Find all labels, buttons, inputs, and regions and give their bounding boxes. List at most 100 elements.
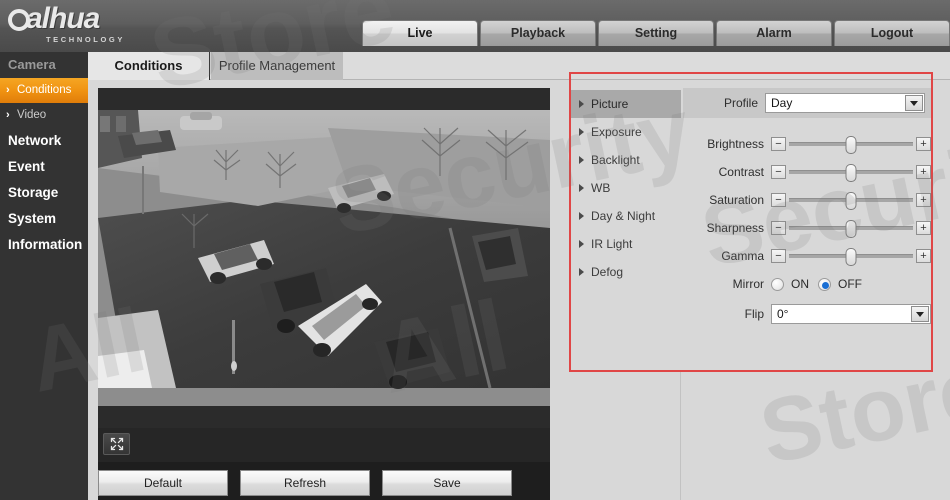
saturation-increase-button[interactable]: +: [916, 193, 931, 207]
submenu-item-backlight[interactable]: Backlight: [571, 146, 681, 174]
video-toolbar: [98, 428, 550, 462]
profile-select[interactable]: Day: [765, 93, 925, 113]
gamma-knob[interactable]: [845, 248, 857, 266]
video-stream[interactable]: [98, 88, 550, 428]
contrast-knob[interactable]: [845, 164, 857, 182]
brightness-knob[interactable]: [845, 136, 857, 154]
submenu-item-defog[interactable]: Defog: [571, 258, 681, 286]
submenu-item-label: Defog: [591, 265, 624, 279]
app-header: alhua TECHNOLOGY Live Playback Setting A…: [0, 0, 950, 52]
sidebar-item-video[interactable]: › Video: [0, 103, 88, 128]
submenu-item-label: Day & Night: [591, 209, 656, 223]
submenu-item-label: Exposure: [591, 125, 642, 139]
chevron-down-icon[interactable]: [905, 95, 923, 111]
main-nav: Live Playback Setting Alarm Logout: [362, 20, 950, 46]
mirror-off-radio[interactable]: [818, 277, 831, 291]
triangle-right-icon: [579, 268, 584, 276]
logo-text: alhua: [26, 2, 100, 35]
sidebar-item-conditions[interactable]: › Conditions: [0, 78, 88, 103]
gamma-decrease-button[interactable]: −: [771, 249, 786, 263]
saturation-track[interactable]: [789, 192, 913, 210]
brightness-track[interactable]: [789, 136, 913, 154]
sharpness-label: Sharpness: [706, 221, 764, 235]
submenu-item-label: WB: [591, 181, 611, 195]
chevron-right-icon: ›: [6, 109, 10, 121]
sharpness-increase-button[interactable]: +: [916, 221, 931, 235]
submenu-item-day-night[interactable]: Day & Night: [571, 202, 681, 230]
sidebar-item-information[interactable]: Information: [0, 232, 88, 258]
conditions-submenu: Picture Exposure Backlight WB Day & Nigh…: [571, 90, 681, 370]
brightness-slider[interactable]: − +: [771, 135, 931, 154]
contrast-decrease-button[interactable]: −: [771, 165, 786, 179]
saturation-row: Saturation − +: [683, 188, 931, 212]
sidebar-item-storage[interactable]: Storage: [0, 180, 88, 206]
sharpness-knob[interactable]: [845, 220, 857, 238]
save-button[interactable]: Save: [382, 470, 512, 496]
mirror-row: Mirror ON OFF: [683, 272, 931, 296]
triangle-right-icon: [579, 128, 584, 136]
submenu-item-wb[interactable]: WB: [571, 174, 681, 202]
logo-circle-icon: [8, 9, 30, 31]
triangle-right-icon: [579, 240, 584, 248]
mirror-on-radio[interactable]: [771, 277, 784, 291]
sidebar-item-event[interactable]: Event: [0, 154, 88, 180]
profile-value: Day: [771, 96, 793, 110]
sharpness-decrease-button[interactable]: −: [771, 221, 786, 235]
submenu-item-ir-light[interactable]: IR Light: [571, 230, 681, 258]
nav-tab-live[interactable]: Live: [362, 20, 478, 46]
sidebar-item-system[interactable]: System: [0, 206, 88, 232]
submenu-item-label: IR Light: [591, 237, 633, 251]
contrast-label: Contrast: [718, 165, 764, 179]
gamma-slider[interactable]: − +: [771, 247, 931, 266]
contrast-slider[interactable]: − +: [771, 163, 931, 182]
triangle-right-icon: [579, 212, 584, 220]
refresh-button[interactable]: Refresh: [240, 470, 370, 496]
profile-row: Profile Day: [683, 88, 931, 118]
sharpness-slider[interactable]: − +: [771, 219, 931, 238]
saturation-knob[interactable]: [845, 192, 857, 210]
submenu-item-picture[interactable]: Picture: [571, 90, 681, 118]
submenu-item-exposure[interactable]: Exposure: [571, 118, 681, 146]
flip-value: 0°: [777, 307, 789, 321]
submenu-item-label: Picture: [591, 97, 629, 111]
sidebar-item-label: Video: [17, 109, 47, 121]
sharpness-row: Sharpness − +: [683, 216, 931, 240]
saturation-label: Saturation: [709, 193, 764, 207]
nav-tab-setting[interactable]: Setting: [598, 20, 714, 46]
contrast-track[interactable]: [789, 164, 913, 182]
contrast-increase-button[interactable]: +: [916, 165, 931, 179]
brightness-label: Brightness: [707, 137, 764, 151]
tab-conditions[interactable]: Conditions: [88, 52, 210, 80]
dahua-logo: alhua TECHNOLOGY: [8, 4, 125, 46]
logo-subtext: TECHNOLOGY: [46, 35, 125, 44]
gamma-increase-button[interactable]: +: [916, 249, 931, 263]
video-preview-panel: Default Refresh Save: [98, 88, 550, 500]
contrast-row: Contrast − +: [683, 160, 931, 184]
gamma-track[interactable]: [789, 248, 913, 266]
triangle-right-icon: [579, 100, 584, 108]
sidebar-item-network[interactable]: Network: [0, 128, 88, 154]
triangle-right-icon: [579, 156, 584, 164]
tab-profile-management[interactable]: Profile Management: [211, 52, 343, 80]
content-area: Conditions Profile Management Default Re…: [88, 52, 950, 500]
expand-arrows-icon[interactable]: [103, 433, 130, 455]
nav-tab-playback[interactable]: Playback: [480, 20, 596, 46]
saturation-slider[interactable]: − +: [771, 191, 931, 210]
sidebar-group-camera[interactable]: Camera: [0, 52, 88, 78]
chevron-down-icon[interactable]: [911, 306, 929, 322]
brightness-decrease-button[interactable]: −: [771, 137, 786, 151]
default-button[interactable]: Default: [98, 470, 228, 496]
left-sidebar: Camera › Conditions › Video Network Even…: [0, 52, 88, 500]
flip-select[interactable]: 0°: [771, 304, 931, 324]
brightness-increase-button[interactable]: +: [916, 137, 931, 151]
gamma-label: Gamma: [721, 249, 764, 263]
mirror-off-label: OFF: [838, 277, 862, 291]
chevron-right-icon: ›: [6, 84, 10, 96]
saturation-decrease-button[interactable]: −: [771, 193, 786, 207]
mirror-on-label: ON: [791, 277, 809, 291]
sharpness-track[interactable]: [789, 220, 913, 238]
nav-tab-alarm[interactable]: Alarm: [716, 20, 832, 46]
gamma-row: Gamma − +: [683, 244, 931, 268]
nav-tab-logout[interactable]: Logout: [834, 20, 950, 46]
flip-row: Flip 0°: [683, 302, 931, 326]
